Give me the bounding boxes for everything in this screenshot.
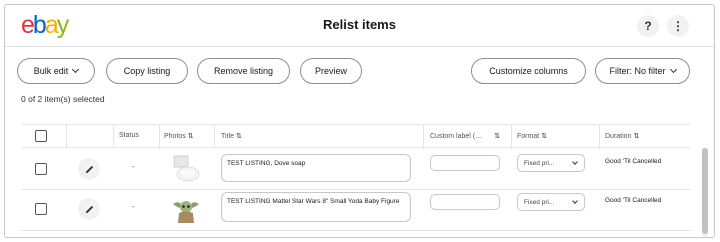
column-divider — [159, 125, 160, 149]
help-icon[interactable]: ? — [637, 15, 659, 37]
remove-listing-button[interactable]: Remove listing — [197, 58, 290, 84]
format-select[interactable]: Fixed pri... — [517, 154, 585, 172]
format-value: Fixed pri... — [524, 159, 555, 167]
yoda-figure-photo[interactable] — [171, 194, 201, 224]
sort-icon: ⇅ — [187, 133, 194, 140]
column-header-title[interactable]: Title ⇅ — [221, 132, 242, 140]
photos-header-label: Photos — [164, 133, 186, 140]
title-field[interactable]: TEST LISTING, Dove soap — [221, 154, 411, 182]
column-header-duration[interactable]: Duration ⇅ — [605, 132, 639, 140]
edit-pencil-icon[interactable] — [78, 198, 100, 220]
sort-icon: ⇅ — [235, 133, 242, 140]
column-divider — [511, 125, 512, 149]
sort-icon: ⇅ — [633, 133, 640, 140]
duration-header-label: Duration — [605, 133, 632, 140]
row-checkbox[interactable] — [35, 203, 47, 215]
filter-button[interactable]: Filter: No filter — [595, 58, 690, 84]
customize-columns-button[interactable]: Customize columns — [471, 58, 586, 84]
edit-pencil-icon[interactable] — [78, 158, 100, 180]
table-row: - TEST LISTING Mattel Star Wars 8" Small… — [21, 187, 691, 231]
row-checkbox[interactable] — [35, 163, 47, 175]
format-header-label: Format — [517, 133, 540, 140]
status-value: - — [132, 162, 135, 171]
sort-icon: ⇅ — [541, 133, 548, 140]
header: ebay Relist items ? ⋮ — [5, 5, 714, 47]
relist-items-dialog: ebay Relist items ? ⋮ Bulk edit Copy lis… — [4, 4, 715, 238]
column-header-photos[interactable]: Photos ⇅ — [164, 132, 194, 140]
scrollbar-thumb[interactable] — [702, 148, 708, 234]
custom-label-field[interactable] — [430, 155, 500, 171]
column-divider — [599, 125, 600, 149]
column-header-format[interactable]: Format ⇅ — [517, 132, 547, 140]
column-header-status: Status — [119, 132, 139, 139]
column-divider — [113, 125, 114, 149]
bulk-edit-label: Bulk edit — [33, 66, 69, 76]
filter-label: Filter: No filter — [609, 66, 666, 76]
status-header-label: Status — [119, 132, 139, 139]
sort-icon: ⇅ — [494, 133, 501, 140]
chevron-down-icon — [669, 65, 677, 74]
status-value: - — [132, 202, 135, 211]
soap-photo[interactable] — [171, 154, 201, 184]
more-options-icon[interactable]: ⋮ — [667, 15, 689, 37]
format-select[interactable]: Fixed pri... — [517, 193, 585, 211]
column-divider — [66, 125, 67, 149]
column-header-custom-label[interactable]: Custom label (… ⇅ — [430, 132, 500, 140]
duration-value: Good 'Til Cancelled — [605, 197, 662, 204]
chevron-down-icon — [72, 65, 80, 74]
column-divider — [423, 125, 424, 149]
table-row: - TEST LISTING, Dove soap Fixed pri... G… — [21, 148, 691, 190]
table-header: Status Photos ⇅ Title ⇅ Custom label (… ⇅ F… — [21, 124, 691, 149]
select-all-checkbox[interactable] — [35, 130, 47, 142]
format-value: Fixed pri... — [524, 198, 555, 206]
column-divider — [214, 125, 215, 149]
custom-label-header-label: Custom label (… — [430, 133, 483, 140]
title-header-label: Title — [221, 133, 234, 140]
chevron-down-icon — [572, 158, 578, 165]
chevron-down-icon — [572, 197, 578, 204]
custom-label-field[interactable] — [430, 194, 500, 210]
preview-button[interactable]: Preview — [300, 58, 362, 84]
selection-status: 0 of 2 item(s) selected — [21, 94, 105, 104]
duration-value: Good 'Til Cancelled — [605, 158, 662, 165]
bulk-edit-button[interactable]: Bulk edit — [17, 58, 95, 84]
title-field[interactable]: TEST LISTING Mattel Star Wars 8" Small Y… — [221, 192, 411, 222]
copy-listing-button[interactable]: Copy listing — [106, 58, 188, 84]
page-title: Relist items — [323, 17, 396, 32]
